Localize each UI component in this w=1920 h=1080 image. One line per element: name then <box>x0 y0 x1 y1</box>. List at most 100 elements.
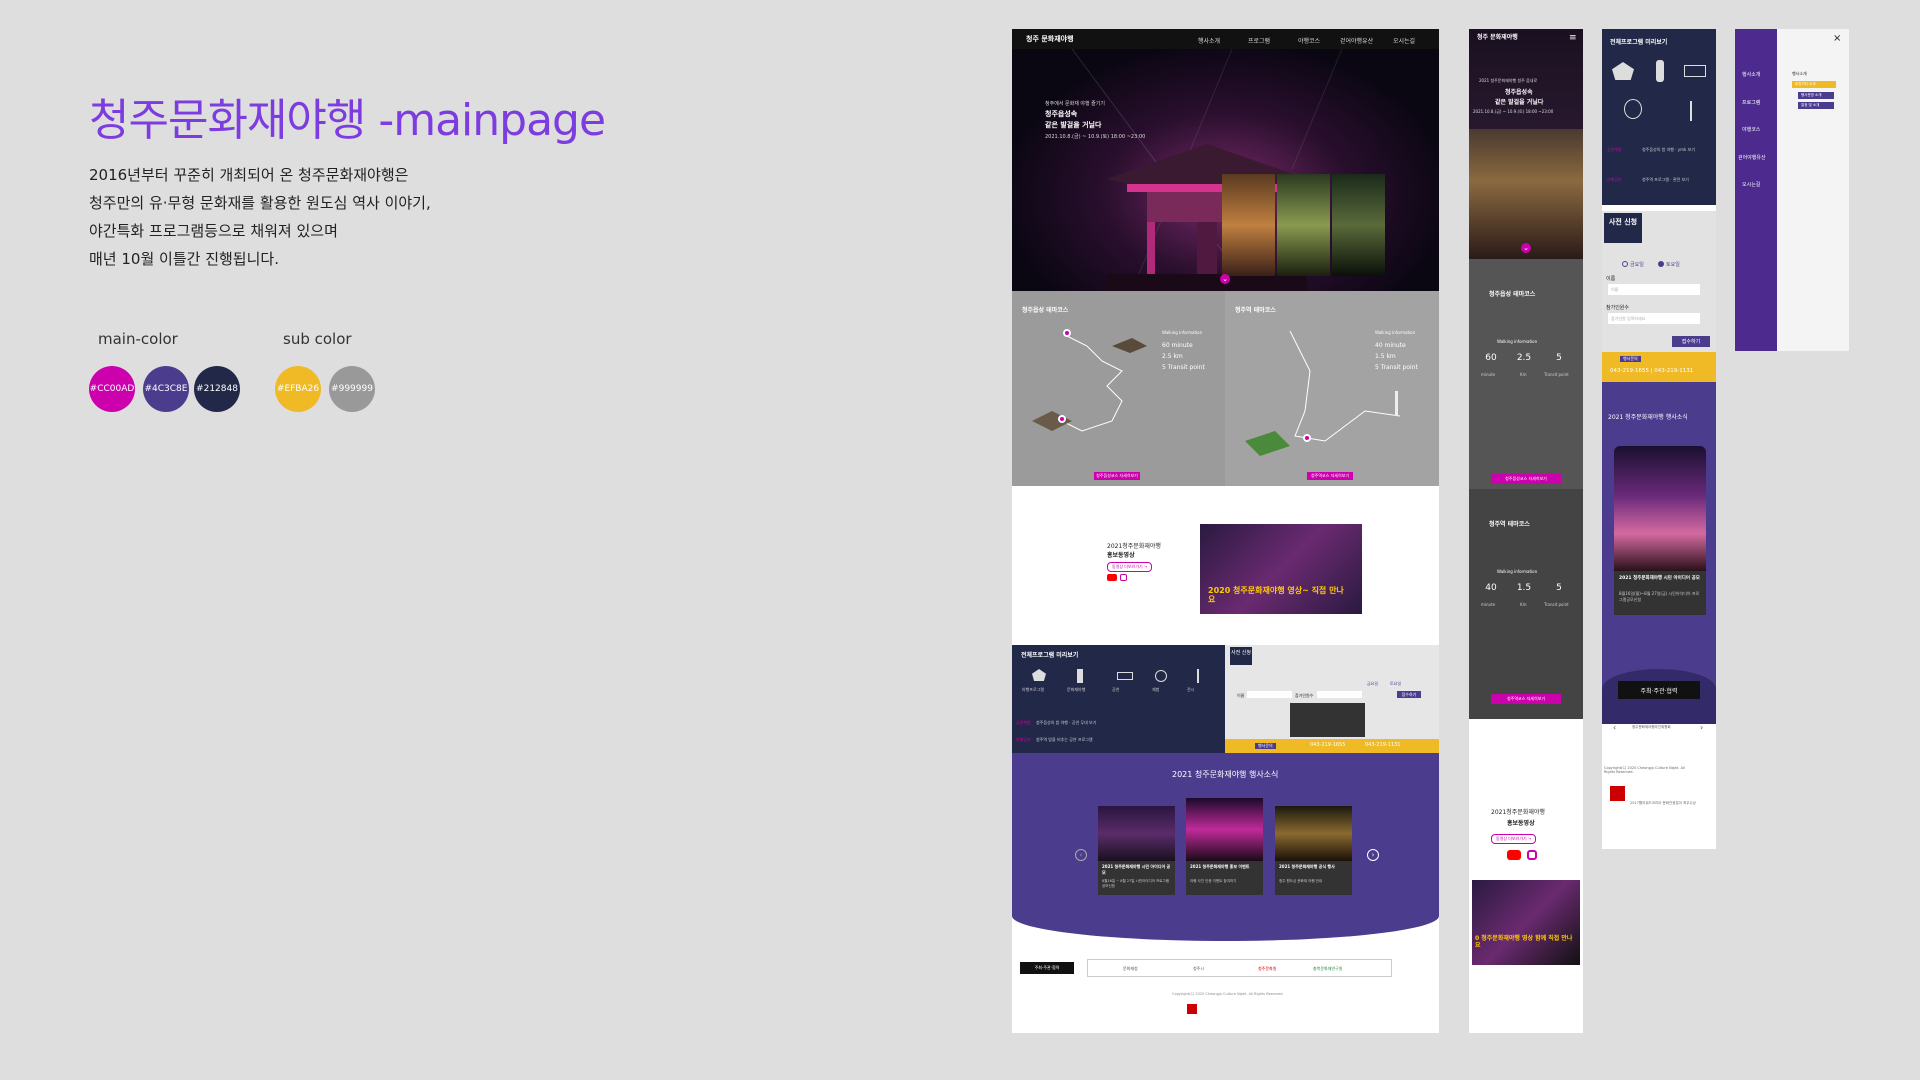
hamburger-icon[interactable]: ≡ <box>1569 33 1577 43</box>
mobile-menu-mockup: 행사소개 프로그램 야행코스 걷어야행유산 오시는길 × 행사소개 비전가치 소… <box>1735 29 1849 351</box>
nav-item[interactable]: 프로그램 <box>1248 36 1270 45</box>
instagram-icon[interactable] <box>1527 850 1537 860</box>
program-row-text[interactable]: 청주읍성의 밤 야행 · 공연 무대 보기 <box>1036 720 1096 726</box>
news-card[interactable]: 2021 청주문화재야행 공식 행사 청주 원도심 문화재 야행 안내 <box>1275 861 1352 895</box>
video-more-link[interactable]: 동영상 더보러가기 → <box>1491 834 1537 844</box>
radio-saturday[interactable]: 토요일 <box>1666 261 1680 268</box>
apply-button[interactable]: 접수하기 <box>1397 691 1421 698</box>
course-detail-button[interactable]: 청주읍성코스 자세히보기 <box>1491 474 1561 484</box>
course-stat: 40 minute <box>1375 342 1406 349</box>
news-card-image[interactable] <box>1614 446 1706 571</box>
partner-logo[interactable]: 청주시 <box>1193 966 1204 972</box>
program-row-text[interactable]: 청주읍성의 밤 야행 · ymk 보기 <box>1642 147 1695 153</box>
radio-friday[interactable]: 금요일 <box>1630 261 1644 268</box>
walking-info-label: Walking information <box>1162 330 1203 335</box>
youtube-icon[interactable] <box>1507 850 1521 860</box>
submenu-item[interactable]: 행사소개 <box>1792 71 1807 77</box>
host-button[interactable]: 주최·주관·협력 <box>1618 681 1700 699</box>
news-card[interactable]: 2021 청주문화재야행 시민 아이디어 공모 8월16일(월)~8월 27일(… <box>1614 571 1706 615</box>
news-card[interactable]: 2021 청주문화재야행 홍보 이벤트 야행 사진 인증 이벤트 참여하기 <box>1186 861 1263 895</box>
menu-sidebar: 행사소개 프로그램 야행코스 걷어야행유산 오시는길 <box>1735 29 1777 351</box>
course-detail-button[interactable]: 청주역코스 자세히보기 <box>1307 472 1353 480</box>
stat-unit: minute <box>1481 602 1496 607</box>
submenu-item[interactable]: 행사운영 소개 <box>1798 92 1834 99</box>
video-more-link[interactable]: 동영상 더보러가기 → <box>1107 562 1153 572</box>
video-caption: 0 청주문화재야행 영상 함께 직접 만나요 <box>1475 935 1573 949</box>
next-arrow-icon[interactable]: › <box>1367 849 1379 861</box>
count-input[interactable]: 참가인원 입력하세요 <box>1608 313 1700 324</box>
description-line: 야간특화 프로그램등으로 채워져 있으며 <box>89 222 338 240</box>
course-stat: 5 Transit point <box>1375 364 1418 371</box>
partner-logo[interactable]: 청주문화재야행추진위원회 <box>1632 725 1671 730</box>
contact-label: 행사문의 <box>1255 743 1276 749</box>
news-card-image[interactable] <box>1186 798 1263 861</box>
partner-logo[interactable]: 청주문화원 <box>1258 966 1276 972</box>
program-row-text[interactable]: 청주역 프로그램 · 관련 보기 <box>1642 177 1689 183</box>
prev-arrow-icon[interactable]: ‹ <box>1075 849 1087 861</box>
mobile-hero: 청주 문화재야행 ≡ 2021 청주문화재야행 청주 읍내로 청주읍성속 같은 … <box>1469 29 1583 259</box>
youtube-icon[interactable] <box>1107 574 1117 581</box>
count-label: 참가인원수 <box>1295 693 1314 698</box>
course-stat: 5 <box>1556 353 1562 363</box>
submenu-item[interactable]: 비전가치 소개 <box>1792 81 1836 88</box>
instagram-icon[interactable] <box>1120 574 1127 581</box>
festival-photo <box>1469 129 1583 259</box>
course-detail-button[interactable]: 청주읍성코스 자세히보기 <box>1094 472 1140 480</box>
menu-item[interactable]: 오시는길 <box>1742 181 1760 188</box>
promo-video-thumbnail[interactable]: 0 청주문화재야행 영상 함께 직접 만나요 <box>1472 880 1580 965</box>
mobile-mockup: 전체프로그램 미리보기 공연체험 청주읍성의 밤 야행 · ymk 보기 야행공… <box>1602 29 1716 849</box>
video-caption: 2020 청주문화재야행 영상~ 직접 만나요 <box>1208 586 1344 604</box>
nav-item[interactable]: 오시는길 <box>1393 36 1415 45</box>
contact-phone[interactable]: 043-219-1655 | 043-219-1131 <box>1610 368 1693 374</box>
apply-button[interactable]: 접수하기 <box>1672 336 1710 347</box>
color-swatch: #999999 <box>329 366 375 412</box>
menu-item[interactable]: 행사소개 <box>1742 71 1760 78</box>
hero-date: 2021.10.8.(금) ~ 10.9.(토) 18:00 ~23:00 <box>1473 109 1554 114</box>
radio-friday[interactable]: 금요일 <box>1367 681 1378 687</box>
submenu-item[interactable]: 일정 및 소개 <box>1798 102 1834 109</box>
news-card[interactable]: 2021 청주문화재야행 시민 아이디어 공모 8월16일 ~ 8월 27일 시… <box>1098 861 1175 895</box>
contact-phone[interactable]: 043-219-1131 <box>1365 742 1400 748</box>
name-input[interactable]: 이름 <box>1608 284 1700 295</box>
program-item[interactable]: 문화재야행 <box>1067 687 1085 693</box>
news-card-image[interactable] <box>1275 806 1352 861</box>
news-card-text: 8월16일(월)~8월 27일(금) 시민아이디어 프로그램공모신청 <box>1619 591 1700 602</box>
contact-phone[interactable]: 043-219-1655 <box>1310 742 1345 748</box>
program-title: 전체프로그램 미리보기 <box>1610 39 1668 46</box>
radio-saturday[interactable]: 토요일 <box>1390 681 1401 687</box>
partner-logo[interactable]: 충북문화재연구원 <box>1313 966 1342 972</box>
radio-icon[interactable] <box>1658 261 1664 267</box>
scroll-down-icon[interactable]: ⌄ <box>1521 243 1531 253</box>
course-detail-button[interactable]: 청주역코스 자세히보기 <box>1491 694 1561 704</box>
count-input[interactable] <box>1317 691 1362 698</box>
program-row-text[interactable]: 청주역 밤을 비추는 공연 프로그램 <box>1036 737 1093 743</box>
host-button[interactable]: 주최·주관·협력 <box>1020 962 1074 974</box>
color-swatch: #212848 <box>194 366 240 412</box>
program-item[interactable]: 공연 <box>1112 687 1119 693</box>
promo-video-thumbnail[interactable]: 2020 청주문화재야행 영상~ 직접 만나요 <box>1200 524 1362 614</box>
menu-item[interactable]: 프로그램 <box>1742 99 1760 106</box>
logo[interactable]: 청주 문화재야행 <box>1026 34 1074 44</box>
mobile-logo[interactable]: 청주 문화재야행 <box>1477 32 1518 41</box>
name-input[interactable] <box>1247 691 1292 698</box>
map-pin-icon <box>1063 329 1071 337</box>
program-item[interactable]: 체험 <box>1152 687 1159 693</box>
course-panel: 청주읍성 테마코스 Walking information 60 minute … <box>1012 291 1225 486</box>
nav-item[interactable]: 걷어야행유산 <box>1340 36 1373 45</box>
nav-item[interactable]: 행사소개 <box>1198 36 1220 45</box>
menu-item[interactable]: 야행코스 <box>1742 126 1760 133</box>
description-line: 청주만의 유·무형 문화재를 활용한 원도심 역사 이야기, <box>89 194 431 212</box>
prev-arrow-icon[interactable]: ‹ <box>1613 723 1616 732</box>
news-card-title: 2021 청주문화재야행 시민 아이디어 공모 <box>1102 864 1171 875</box>
news-card-image[interactable] <box>1098 806 1175 861</box>
scroll-down-icon[interactable]: ⌄ <box>1220 274 1230 284</box>
menu-item[interactable]: 걷어야행유산 <box>1738 154 1766 161</box>
nav-item[interactable]: 야행코스 <box>1298 36 1320 45</box>
page-title: 청주문화재야행 -mainpage <box>89 95 606 146</box>
program-item[interactable]: 전시 <box>1187 687 1194 693</box>
close-icon[interactable]: × <box>1833 33 1841 44</box>
partner-logo[interactable]: 문화재청 <box>1123 966 1138 972</box>
next-arrow-icon[interactable]: › <box>1700 723 1703 732</box>
program-item[interactable]: 야행프로그램 <box>1022 687 1044 693</box>
radio-icon[interactable] <box>1622 261 1628 267</box>
